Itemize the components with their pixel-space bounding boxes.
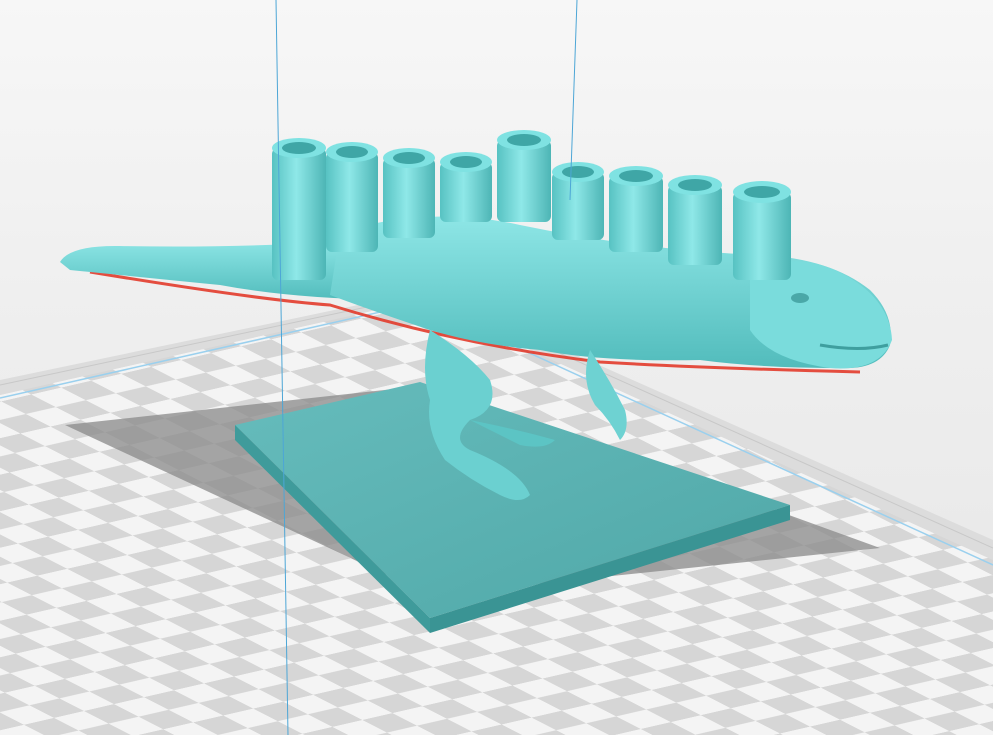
3d-scene[interactable]: [0, 0, 993, 735]
3d-viewport[interactable]: [0, 0, 993, 735]
candle-holder-icon: [733, 181, 791, 280]
candle-holder-icon: [552, 162, 604, 240]
candle-holder-icon: [497, 130, 551, 222]
candle-holder-icon: [326, 142, 378, 252]
candle-holder-icon: [383, 148, 435, 238]
candle-holder-icon: [440, 152, 492, 222]
candle-holder-icon: [609, 166, 663, 252]
eye-icon: [791, 293, 809, 303]
candle-holder-icon: [668, 175, 722, 265]
